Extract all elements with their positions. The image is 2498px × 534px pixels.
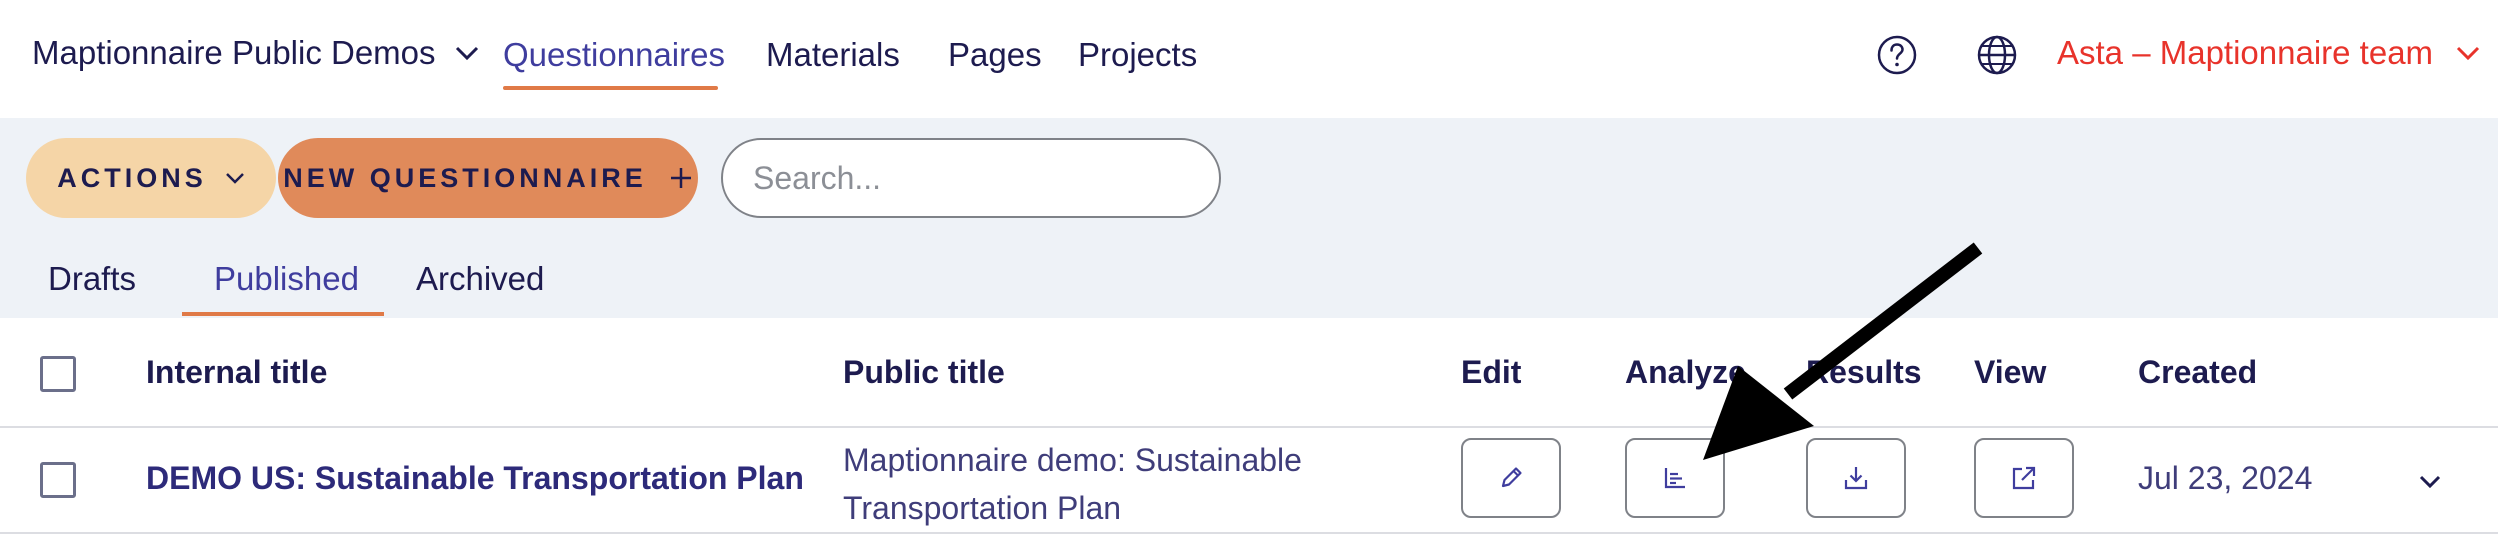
chevron-down-icon (2456, 46, 2480, 61)
tab-published[interactable]: Published (214, 260, 359, 298)
select-all-checkbox[interactable] (40, 356, 76, 392)
table-header: Internal title Public title Edit Analyze… (0, 318, 2498, 428)
view-button[interactable] (1974, 438, 2074, 518)
download-icon (1844, 467, 1868, 490)
toolbar-area: ACTIONS NEW QUESTIONNAIRE Drafts Publish… (0, 118, 2498, 318)
bar-chart-icon (1664, 468, 1685, 489)
actions-button[interactable]: ACTIONS (26, 138, 276, 218)
edit-button[interactable] (1461, 438, 1561, 518)
plus-icon (670, 168, 691, 188)
user-name: Asta – Maptionnaire team (2057, 34, 2434, 71)
new-questionnaire-label: NEW QUESTIONNAIRE (283, 162, 647, 193)
external-link-icon (2012, 466, 2036, 490)
column-edit: Edit (1461, 354, 1522, 390)
search-input[interactable] (721, 138, 1221, 218)
chevron-down-icon (2419, 475, 2441, 489)
nav-projects[interactable]: Projects (1078, 36, 1197, 74)
row-checkbox[interactable] (40, 462, 76, 498)
nav-materials[interactable]: Materials (766, 36, 900, 74)
chevron-down-icon (225, 172, 244, 184)
actions-label: ACTIONS (57, 162, 207, 193)
pencil-icon (1501, 467, 1522, 488)
help-button[interactable] (1876, 34, 1918, 76)
tab-drafts[interactable]: Drafts (48, 260, 136, 298)
table-row: DEMO US: Sustainable Transportation Plan… (0, 430, 2498, 534)
language-button[interactable] (1976, 34, 2018, 76)
chevron-down-icon (455, 46, 478, 61)
globe-icon (1977, 35, 2017, 75)
column-analyze: Analyze (1625, 354, 1746, 390)
nav-pages[interactable]: Pages (948, 36, 1042, 74)
column-public-title[interactable]: Public title (843, 354, 1005, 391)
nav-questionnaires[interactable]: Questionnaires (503, 36, 725, 74)
column-created[interactable]: Created (2138, 354, 2257, 391)
expand-row-button[interactable] (2412, 464, 2448, 500)
internal-title-cell[interactable]: DEMO US: Sustainable Transportation Plan (146, 460, 804, 497)
tab-archived[interactable]: Archived (416, 260, 544, 298)
org-switcher[interactable]: Maptionnaire Public Demos (32, 34, 480, 72)
help-circle-icon (1877, 35, 1917, 75)
org-name: Maptionnaire Public Demos (32, 34, 436, 71)
created-date-cell: Jul 23, 2024 (2138, 460, 2313, 496)
analyze-button[interactable] (1625, 438, 1725, 518)
new-questionnaire-button[interactable]: NEW QUESTIONNAIRE (278, 138, 698, 218)
user-menu[interactable]: Asta – Maptionnaire team (2057, 34, 2481, 72)
top-navigation: Maptionnaire Public Demos Questionnaires… (0, 0, 2498, 118)
column-view: View (1974, 354, 2047, 390)
column-results: Results (1806, 354, 1922, 390)
column-internal-title[interactable]: Internal title (146, 354, 327, 391)
results-download-button[interactable] (1806, 438, 1906, 518)
nav-active-underline (503, 86, 718, 90)
public-title-cell: Maptionnaire demo: Sustainable Transport… (843, 442, 1302, 526)
tab-active-underline (182, 312, 384, 316)
